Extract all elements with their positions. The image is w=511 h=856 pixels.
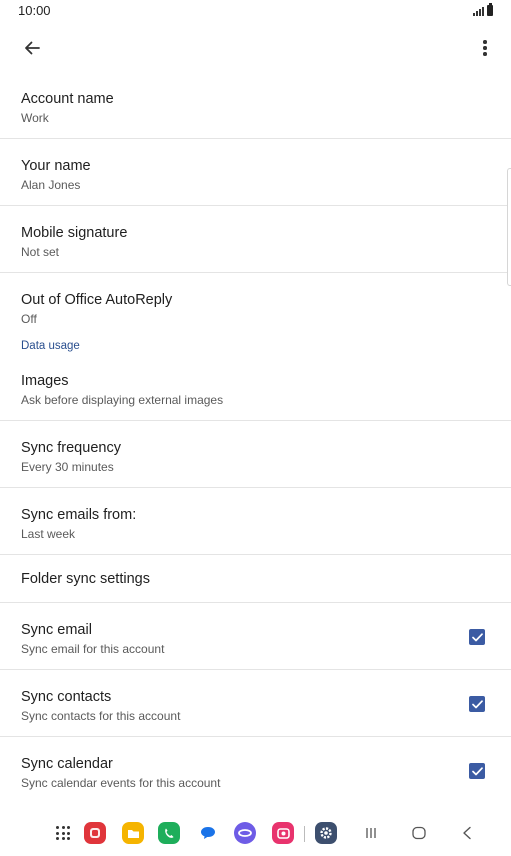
your-name-setting[interactable]: Your name Alan Jones: [0, 139, 511, 206]
sync-emails-from-setting[interactable]: Sync emails from: Last week: [0, 488, 511, 555]
images-setting[interactable]: Images Ask before displaying external im…: [0, 362, 511, 421]
section-header-label: Data usage: [21, 340, 80, 352]
account-name-setting[interactable]: Account name Work: [0, 72, 511, 139]
home-icon[interactable]: [408, 822, 430, 844]
sync-contacts-checkbox[interactable]: [469, 696, 485, 712]
status-bar: 10:00: [0, 0, 511, 24]
data-usage-header: Data usage: [0, 340, 511, 362]
back-icon[interactable]: [456, 822, 478, 844]
setting-title: Sync emails from:: [21, 507, 137, 523]
setting-title: Folder sync settings: [21, 571, 150, 587]
status-icons: [473, 3, 493, 16]
setting-value: Sync calendar events for this account: [21, 776, 221, 790]
setting-title: Images: [21, 373, 69, 389]
signal-icon: [473, 6, 484, 16]
sync-email-setting[interactable]: Sync email Sync email for this account: [0, 603, 511, 670]
setting-value: Every 30 minutes: [21, 460, 114, 474]
messages-icon[interactable]: [197, 822, 219, 844]
setting-value: Last week: [21, 527, 76, 541]
taskbar-divider: [304, 826, 305, 842]
setting-title: Sync calendar: [21, 756, 113, 772]
mobile-signature-setting[interactable]: Mobile signature Not set: [0, 206, 511, 273]
sync-frequency-setting[interactable]: Sync frequency Every 30 minutes: [0, 421, 511, 488]
sync-calendar-setting[interactable]: Sync calendar Sync calendar events for t…: [0, 737, 511, 804]
setting-title: Sync email: [21, 622, 92, 638]
setting-title: Your name: [21, 158, 91, 174]
setting-title: Sync frequency: [21, 440, 121, 456]
internet-icon[interactable]: [234, 822, 256, 844]
out-of-office-setting[interactable]: Out of Office AutoReply Off: [0, 273, 511, 340]
battery-icon: [487, 3, 493, 16]
setting-title: Sync contacts: [21, 689, 112, 705]
setting-value: Alan Jones: [21, 178, 81, 192]
recents-icon[interactable]: [360, 822, 382, 844]
folder-sync-settings[interactable]: Folder sync settings: [0, 555, 511, 603]
setting-value: Sync email for this account: [21, 642, 165, 656]
phone-icon[interactable]: [158, 822, 180, 844]
back-arrow-icon[interactable]: [18, 36, 46, 60]
apps-grid-icon[interactable]: [52, 822, 74, 844]
setting-value: Sync contacts for this account: [21, 709, 181, 723]
sync-contacts-setting[interactable]: Sync contacts Sync contacts for this acc…: [0, 670, 511, 737]
scrollbar-thumb[interactable]: [507, 168, 511, 286]
settings-list: Account name Work Your name Alan Jones M…: [0, 72, 511, 804]
taskbar: [0, 814, 511, 856]
sync-email-checkbox[interactable]: [469, 629, 485, 645]
setting-value: Not set: [21, 245, 60, 259]
setting-value: Off: [21, 312, 37, 326]
my-files-icon[interactable]: [122, 822, 144, 844]
setting-title: Out of Office AutoReply: [21, 292, 173, 308]
more-options-icon[interactable]: [475, 36, 495, 60]
settings-icon[interactable]: [315, 822, 337, 844]
status-time: 10:00: [18, 3, 51, 18]
setting-title: Account name: [21, 91, 114, 107]
setting-value: Ask before displaying external images: [21, 393, 224, 407]
setting-value: Work: [21, 111, 49, 125]
sync-calendar-checkbox[interactable]: [469, 763, 485, 779]
screen-recorder-icon[interactable]: [272, 822, 294, 844]
setting-title: Mobile signature: [21, 225, 128, 241]
app-bar: [0, 24, 511, 72]
flipboard-icon[interactable]: [84, 822, 106, 844]
